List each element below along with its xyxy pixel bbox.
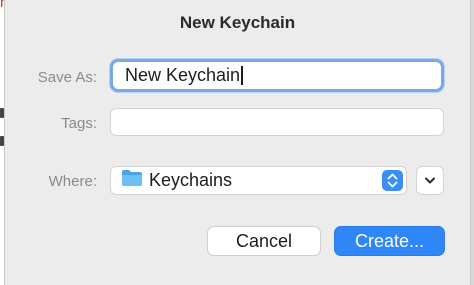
save-as-value: New Keychain — [125, 65, 241, 85]
new-keychain-dialog: New Keychain Save As: New Keychain Tags:… — [4, 0, 471, 285]
folder-icon — [121, 169, 143, 192]
tags-field[interactable] — [110, 108, 444, 136]
text-cursor — [241, 66, 243, 85]
cancel-button[interactable]: Cancel — [207, 226, 321, 256]
popup-stepper-icon — [382, 170, 403, 191]
save-as-label: Save As: — [37, 69, 97, 86]
where-label: Where: — [48, 173, 97, 190]
save-as-field[interactable]: New Keychain — [110, 59, 444, 92]
create-button[interactable]: Create... — [334, 226, 445, 256]
tags-label: Tags: — [61, 115, 97, 132]
expand-button[interactable] — [416, 166, 444, 195]
where-popup[interactable]: Keychains — [110, 166, 407, 195]
dialog-title: New Keychain — [179, 13, 296, 32]
chevron-down-icon — [417, 177, 443, 198]
where-selected-value: Keychains — [149, 170, 233, 190]
